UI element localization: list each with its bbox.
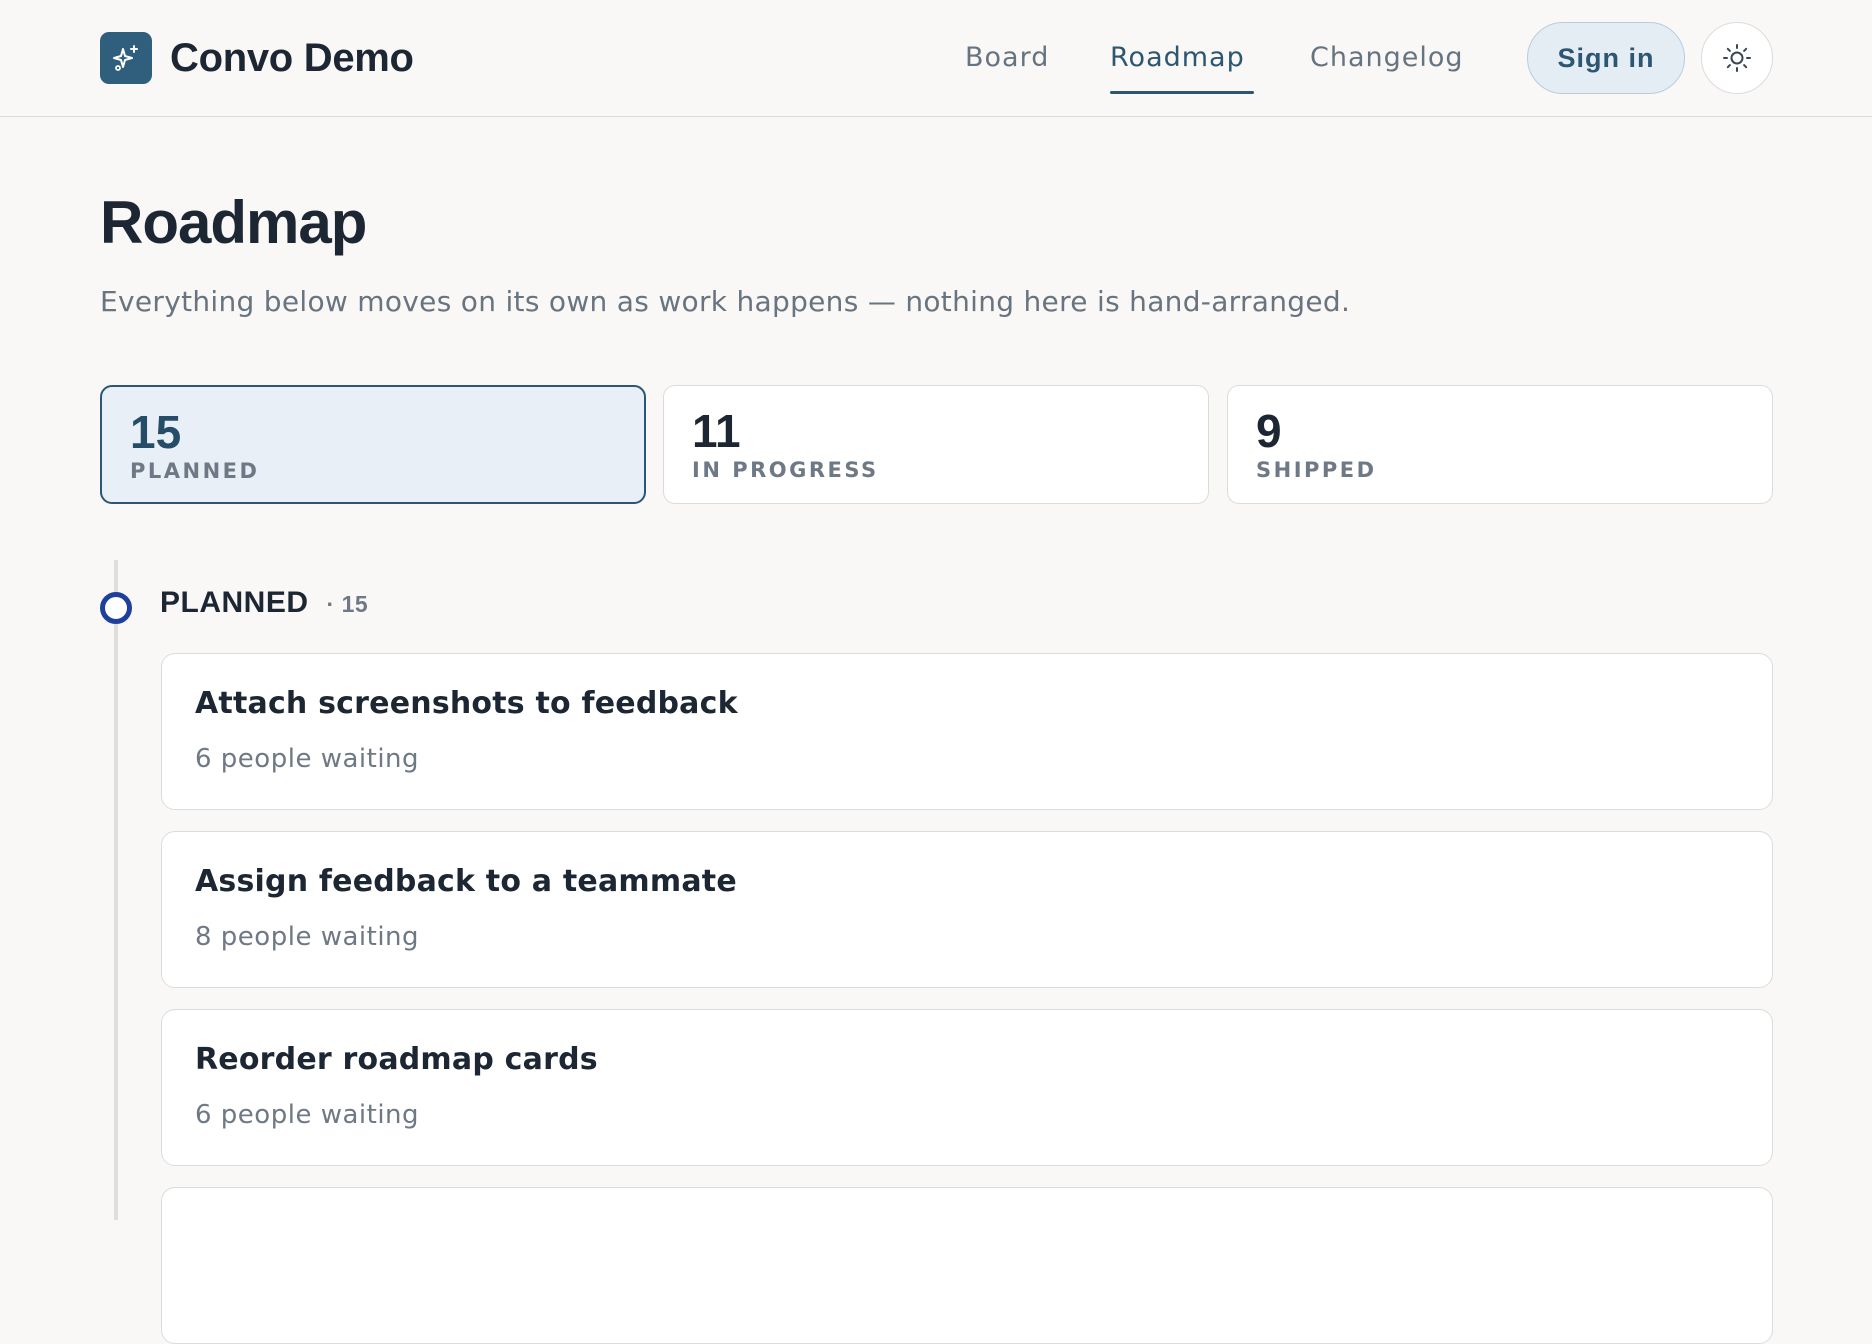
card-title: Assign feedback to a teammate	[195, 864, 737, 899]
timeline-line	[114, 560, 118, 1220]
stat-card-planned[interactable]: 15 PLANNED	[100, 385, 646, 504]
group-title: PLANNED	[160, 586, 309, 619]
nav-link-roadmap[interactable]: Roadmap	[1110, 32, 1245, 84]
page-subtitle: Everything below moves on its own as wor…	[100, 285, 1351, 318]
sun-icon	[1721, 42, 1753, 74]
nav-link-board[interactable]: Board	[965, 32, 1049, 84]
card-waiting-count: 6 people waiting	[195, 1100, 420, 1130]
group-count: · 15	[326, 591, 369, 617]
card-waiting-count: 8 people waiting	[195, 922, 420, 952]
roadmap-card[interactable]: Assign feedback to a teammate 8 people w…	[161, 831, 1773, 988]
stat-label: SHIPPED	[1256, 458, 1377, 482]
card-waiting-count: 6 people waiting	[195, 744, 420, 774]
group-header: PLANNED · 15	[160, 586, 368, 620]
active-tab-indicator	[1110, 91, 1254, 94]
card-title: Reorder roadmap cards	[195, 1042, 598, 1077]
roadmap-card[interactable]	[161, 1187, 1773, 1344]
nav-link-changelog[interactable]: Changelog	[1310, 32, 1464, 84]
stat-count: 9	[1256, 405, 1282, 457]
card-title: Attach screenshots to feedback	[195, 686, 738, 721]
page-title: Roadmap	[100, 189, 367, 256]
theme-toggle-button[interactable]	[1701, 22, 1773, 94]
stat-card-shipped[interactable]: 9 SHIPPED	[1227, 385, 1773, 504]
sign-in-button[interactable]: Sign in	[1527, 22, 1685, 94]
stat-count: 11	[692, 405, 741, 457]
stat-label: IN PROGRESS	[692, 458, 879, 482]
stat-card-in-progress[interactable]: 11 IN PROGRESS	[663, 385, 1209, 504]
roadmap-card[interactable]: Reorder roadmap cards 6 people waiting	[161, 1009, 1773, 1166]
stat-label: PLANNED	[130, 459, 260, 483]
top-nav-bar: Convo Demo Board Roadmap Changelog Sign …	[0, 0, 1872, 117]
stat-count: 15	[130, 406, 182, 458]
timeline-status-dot	[100, 592, 132, 624]
roadmap-card[interactable]: Attach screenshots to feedback 6 people …	[161, 653, 1773, 810]
